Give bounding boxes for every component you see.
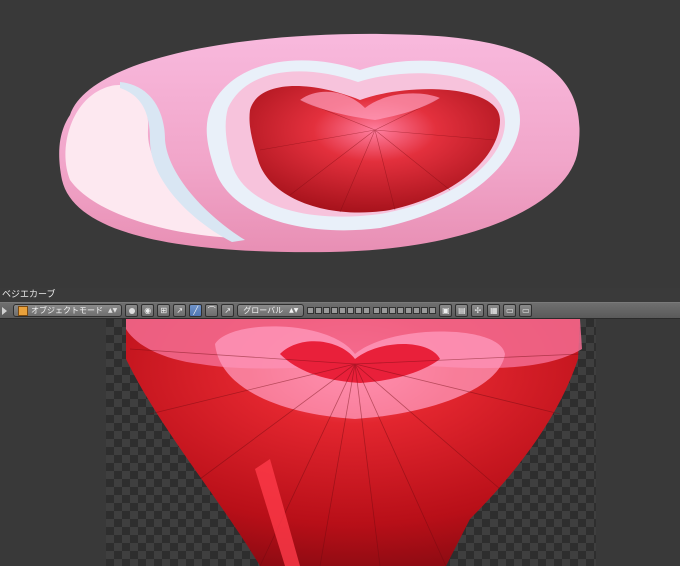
heart-gem-closeup	[126, 319, 582, 566]
cube-icon	[18, 305, 28, 316]
3d-viewport-bottom[interactable]	[0, 319, 680, 566]
shading-sphere-icon[interactable]	[125, 304, 139, 317]
viewport-header: オブジェクトモード ▲▼ ◉ ⊞ ↗ ╱ ⌒ ↗ グローバル ▲▼ ▣ ▤ ✢ …	[0, 302, 680, 319]
rotate-icon[interactable]: ╱	[189, 304, 203, 317]
mode-label: オブジェクトモード	[31, 306, 103, 315]
3d-viewport-top[interactable]	[0, 0, 680, 288]
snap-target-icon[interactable]: ▦	[487, 304, 501, 317]
triangle-right-icon[interactable]	[2, 306, 7, 315]
orientation-select[interactable]: グローバル ▲▼	[237, 304, 305, 317]
translate-arrow-icon[interactable]: ↗	[173, 304, 187, 317]
orientation-label: グローバル	[243, 306, 284, 315]
scale-arrow-icon[interactable]: ↗	[221, 304, 235, 317]
manipulator-icon[interactable]: ⊞	[157, 304, 171, 317]
scale-icon[interactable]: ⌒	[205, 304, 219, 317]
display-icon[interactable]: ▤	[455, 304, 469, 317]
layer-grid-icon[interactable]	[307, 307, 371, 314]
pink-heart-candy-mesh	[59, 33, 580, 253]
render-anim-icon[interactable]: ▭	[519, 304, 533, 317]
layer-grid-icon-2[interactable]	[373, 307, 437, 314]
object-name-label: ベジエカーブ	[2, 290, 56, 300]
chevron-updown-icon: ▲▼	[289, 307, 299, 314]
lock-icon[interactable]: ▣	[439, 304, 453, 317]
render-camera-icon[interactable]: ▭	[503, 304, 517, 317]
chevron-updown-icon: ▲▼	[108, 307, 118, 314]
snap-magnet-icon[interactable]: ✢	[471, 304, 485, 317]
pivot-icon[interactable]: ◉	[141, 304, 155, 317]
mode-select[interactable]: オブジェクトモード ▲▼	[13, 304, 123, 317]
